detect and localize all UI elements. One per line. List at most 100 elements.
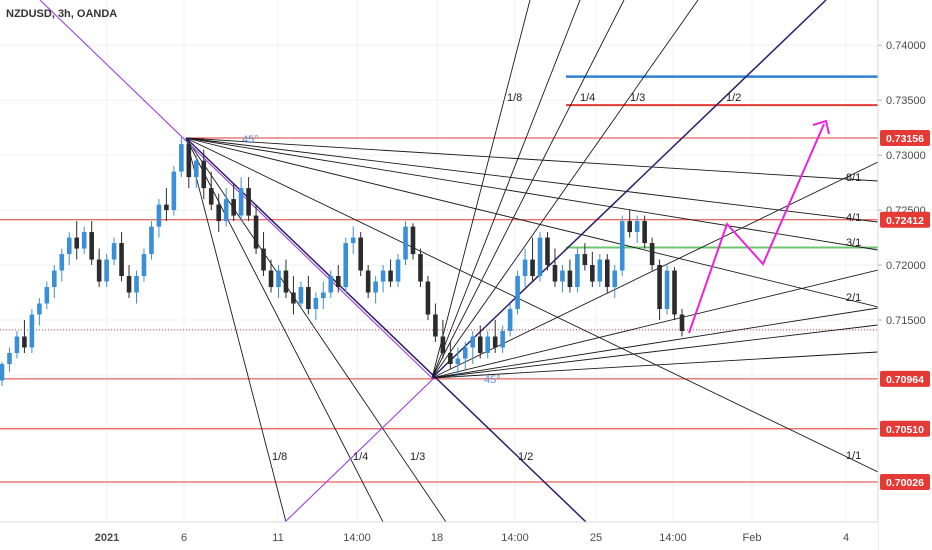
candle-body: [530, 259, 535, 277]
candle-body: [321, 292, 326, 299]
candle-body: [149, 226, 154, 255]
candle-body: [216, 204, 222, 222]
fan-label-low: 1/3: [410, 451, 425, 463]
candle-body: [679, 314, 685, 331]
candle-body: [380, 270, 386, 282]
candle-body: [507, 309, 513, 331]
candle-body: [373, 281, 378, 293]
candle-body: [657, 265, 662, 310]
candle-body: [604, 259, 610, 288]
candle-body: [126, 276, 132, 293]
candle-body: [141, 254, 147, 277]
candle-body: [7, 352, 12, 364]
candle-body: [261, 248, 266, 271]
candle-body: [627, 221, 632, 233]
fan-label-low: 1/2: [518, 451, 533, 463]
fan-label-top: 1/3: [630, 92, 645, 104]
time-tick-label: 4: [843, 532, 849, 544]
candle-body: [89, 232, 94, 260]
candle-body: [14, 336, 20, 353]
price-tag-label: 0.70964: [886, 374, 924, 386]
candle-body: [313, 298, 319, 310]
candle-body: [104, 259, 109, 282]
candle-body: [44, 287, 50, 304]
candle-body: [29, 314, 35, 348]
price-tick-label: 0.71500: [886, 315, 926, 327]
candle-body: [328, 276, 334, 293]
price-tick-label: 0.73500: [886, 95, 926, 107]
candle-body: [500, 330, 505, 348]
price-tick-label: 0.72000: [886, 260, 926, 272]
candle-body: [365, 270, 371, 293]
candle-body: [672, 270, 677, 315]
candle-body: [560, 270, 565, 282]
candle-body: [231, 199, 236, 216]
price-tag-label: 0.72412: [886, 215, 924, 227]
price-tag-label: 0.70510: [886, 424, 924, 436]
time-axis: 2021 6 11 14:00 18 14:00 25 14:00 Feb 4: [0, 521, 878, 550]
candle-body: [134, 276, 139, 293]
candle-body: [52, 270, 57, 288]
candle-body: [403, 226, 408, 260]
candle-body: [619, 221, 625, 271]
fan-label-high: 8/1: [846, 172, 861, 184]
candle-body: [612, 270, 618, 288]
price-axis-background: [878, 0, 932, 550]
candle-body: [22, 336, 27, 348]
candle-body: [253, 215, 259, 249]
chart-canvas: 8/1 4/1 3/1 2/1 1/1 1/8 1/4 1/3 1/2 1/8 1/4 1/3 1/2 4…: [0, 0, 932, 550]
candle-body: [448, 352, 453, 364]
candle-body: [664, 270, 670, 310]
fan-label-high: 4/1: [846, 212, 861, 224]
candle-body: [634, 221, 640, 233]
candle-body: [418, 254, 423, 282]
fan-label-low: 1/4: [353, 451, 368, 463]
candle-body: [567, 270, 573, 288]
candle-body: [575, 254, 580, 288]
candle-body: [343, 243, 349, 288]
time-tick-label: 11: [272, 532, 283, 544]
candle-body: [164, 204, 169, 211]
candle-body: [156, 204, 162, 227]
candle-body: [515, 276, 520, 310]
candle-body: [59, 254, 65, 271]
chart-title: NZDUSD, 3h, OANDA: [6, 8, 117, 20]
candle-body: [582, 254, 588, 266]
candle-body: [193, 160, 199, 178]
time-tick-label: 14:00: [343, 532, 371, 544]
candle-body: [111, 243, 117, 260]
fan-label-top: 1/8: [507, 92, 522, 104]
price-axis: 0.740000.735000.730000.725000.720000.715…: [877, 0, 932, 550]
angle-label: 45°: [242, 134, 259, 146]
candle-body: [238, 188, 244, 216]
candle-body: [552, 265, 558, 282]
candle-body: [388, 270, 393, 282]
candle-body: [485, 336, 491, 353]
fan-label-top: 1/4: [580, 92, 595, 104]
fan-label-low: 1/8: [272, 451, 287, 463]
candle-body: [0, 363, 5, 381]
candle-body: [335, 276, 341, 288]
fan-label-high: 1/1: [846, 450, 861, 462]
candle-body: [306, 287, 311, 310]
candle-body: [37, 303, 42, 315]
candle-body: [96, 259, 102, 282]
candle-body: [492, 336, 498, 348]
candle-body: [455, 358, 461, 364]
price-tick-label: 0.74000: [886, 40, 926, 52]
time-tick-label: 14:00: [659, 532, 687, 544]
angle-label: 45°: [484, 374, 501, 386]
candle-body: [590, 265, 595, 282]
candle-body: [350, 237, 356, 244]
candle-body: [425, 281, 431, 315]
time-tick-label: Feb: [743, 532, 762, 544]
time-tick-label: 25: [590, 532, 602, 544]
candle-body: [649, 243, 655, 266]
candle-body: [537, 237, 543, 277]
fan-label-high: 3/1: [846, 237, 861, 249]
candle-body: [208, 188, 214, 205]
candle-body: [74, 237, 80, 249]
candle-body: [276, 270, 281, 288]
candle-body: [358, 237, 363, 271]
candle-body: [268, 270, 274, 288]
